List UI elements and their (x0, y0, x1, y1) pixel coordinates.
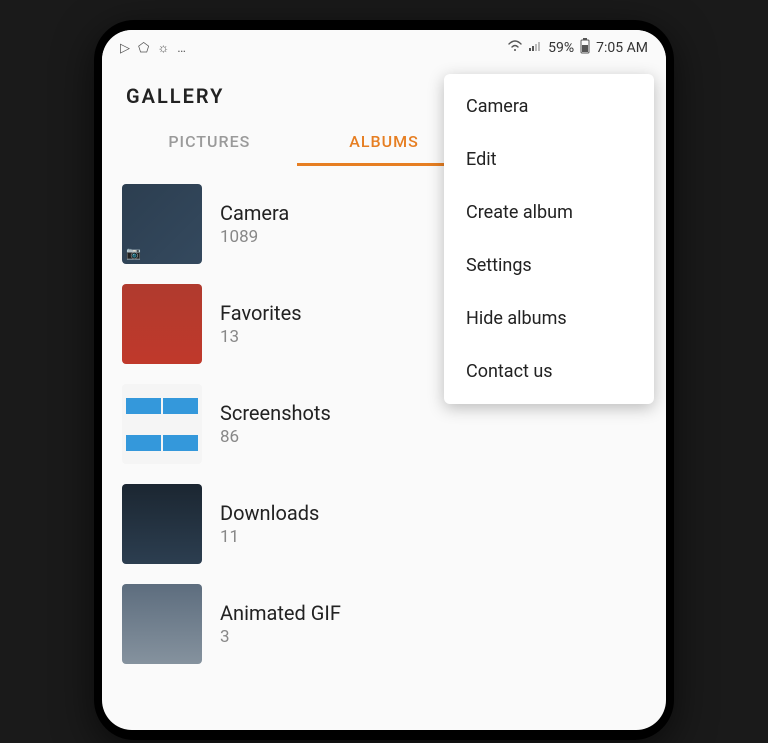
album-name: Screenshots (220, 401, 331, 425)
album-info: Screenshots 86 (220, 401, 331, 447)
album-name: Camera (220, 201, 289, 225)
album-row-animated-gif[interactable]: Animated GIF 3 (102, 574, 666, 674)
menu-item-camera[interactable]: Camera (444, 80, 654, 133)
overflow-menu: Camera Edit Create album Settings Hide a… (444, 74, 654, 404)
more-notifications-icon: … (177, 41, 186, 56)
album-thumb (122, 484, 202, 564)
wifi-icon (508, 40, 522, 56)
album-thumb (122, 184, 202, 264)
brightness-icon: ☼ (157, 40, 169, 56)
album-info: Camera 1089 (220, 201, 289, 247)
status-left-icons: ▷ ⬠ ☼ … (120, 40, 186, 56)
menu-item-hide-albums[interactable]: Hide albums (444, 292, 654, 345)
screen: ▷ ⬠ ☼ … 59% 7:05 AM GALLERY PI (102, 30, 666, 730)
album-thumb (122, 284, 202, 364)
album-info: Animated GIF 3 (220, 601, 341, 647)
status-bar: ▷ ⬠ ☼ … 59% 7:05 AM (102, 30, 666, 66)
play-icon: ▷ (120, 41, 130, 56)
battery-percent: 59% (548, 40, 574, 56)
album-thumb (122, 584, 202, 664)
status-right: 59% 7:05 AM (508, 38, 648, 58)
menu-item-create-album[interactable]: Create album (444, 186, 654, 239)
phone-frame: ▷ ⬠ ☼ … 59% 7:05 AM GALLERY PI (94, 20, 674, 740)
album-name: Favorites (220, 301, 302, 325)
menu-item-edit[interactable]: Edit (444, 133, 654, 186)
album-name: Downloads (220, 501, 319, 525)
album-count: 3 (220, 627, 341, 647)
album-name: Animated GIF (220, 601, 341, 625)
album-info: Downloads 11 (220, 501, 319, 547)
notification-icon: ⬠ (138, 41, 149, 56)
album-row-downloads[interactable]: Downloads 11 (102, 474, 666, 574)
album-info: Favorites 13 (220, 301, 302, 347)
album-count: 1089 (220, 227, 289, 247)
signal-icon (528, 40, 542, 56)
battery-icon (580, 38, 590, 58)
album-count: 11 (220, 527, 319, 547)
album-count: 86 (220, 427, 331, 447)
clock: 7:05 AM (596, 40, 648, 56)
menu-item-contact-us[interactable]: Contact us (444, 345, 654, 398)
album-count: 13 (220, 327, 302, 347)
tab-pictures[interactable]: PICTURES (122, 120, 297, 166)
album-thumb (122, 384, 202, 464)
menu-item-settings[interactable]: Settings (444, 239, 654, 292)
